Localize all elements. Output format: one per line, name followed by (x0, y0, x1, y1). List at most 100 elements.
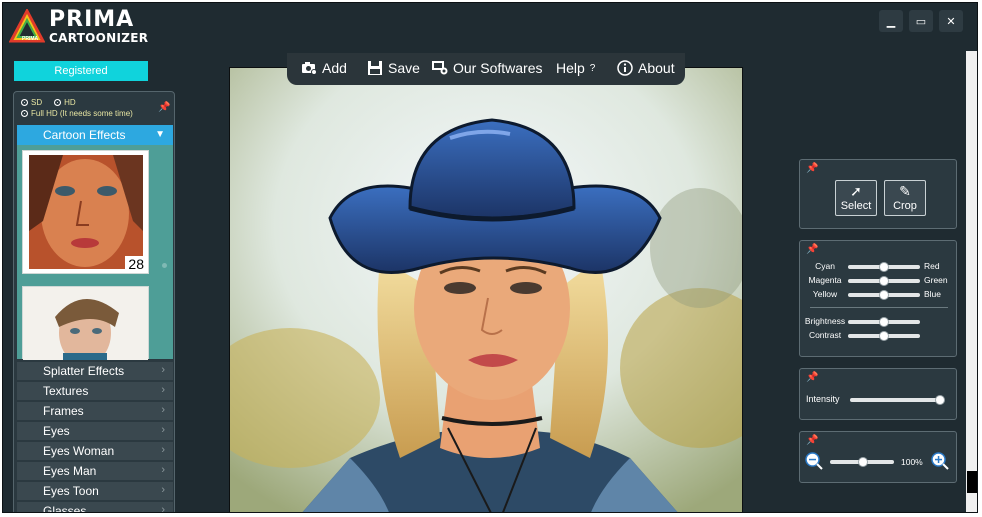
cyan-label: Cyan (815, 261, 835, 271)
chevron-right-icon: › (161, 384, 165, 396)
category-eyes-man[interactable]: Eyes Man › (17, 462, 173, 481)
logo-small-text: PRIMA (22, 36, 39, 42)
slider-knob[interactable] (879, 276, 889, 286)
cartoonized-photo-image (230, 68, 742, 512)
slider-knob[interactable] (879, 262, 889, 272)
logo-prima-text: PRIMA (49, 7, 135, 32)
add-label: Add (322, 60, 347, 76)
cyan-red-row: Cyan Red (800, 260, 958, 274)
minimize-button[interactable]: ▁ (879, 10, 903, 32)
close-button[interactable]: ✕ (939, 10, 963, 32)
slider-knob[interactable] (879, 290, 889, 300)
zoom-value: 100% (901, 457, 923, 467)
woman-face-thumbnail-image (23, 151, 148, 273)
zoom-out-icon[interactable] (805, 452, 823, 470)
zoom-in-icon[interactable] (931, 452, 949, 470)
chevron-right-icon: › (161, 364, 165, 376)
magenta-label: Magenta (808, 275, 842, 285)
intensity-slider[interactable] (850, 398, 944, 402)
thumbnail-scroll-indicator[interactable] (162, 263, 167, 268)
cursor-arrow-icon: ➚ (850, 183, 862, 199)
chevron-right-icon: › (161, 484, 165, 496)
category-label: Textures (43, 384, 89, 398)
magenta-green-row: Magenta Green (800, 274, 958, 288)
image-canvas[interactable] (229, 67, 743, 512)
fullhd-radio[interactable] (21, 110, 28, 117)
pin-icon[interactable]: 📌 (806, 163, 818, 174)
hd-label: HD (64, 98, 76, 107)
pin-icon[interactable]: 📌 (806, 244, 818, 255)
slider-knob[interactable] (935, 395, 945, 405)
save-button[interactable]: Save (367, 60, 420, 76)
category-textures[interactable]: Textures › (17, 382, 173, 401)
effect-thumbnails: 28 (17, 145, 173, 365)
blue-label: Blue (924, 289, 942, 299)
tools-panel: 📌 ➚ Select ✎ Crop (799, 159, 957, 229)
effect-count-badge: 28 (125, 256, 147, 272)
select-label: Select (840, 200, 872, 212)
category-label: Eyes Man (43, 464, 97, 478)
divider (810, 307, 948, 308)
category-eyes-woman[interactable]: Eyes Woman › (17, 442, 173, 461)
vertical-scrollbar[interactable] (966, 51, 977, 512)
floppy-disk-icon (368, 61, 382, 75)
help-label: Help (556, 60, 585, 76)
category-frames[interactable]: Frames › (17, 402, 173, 421)
effect-thumbnail[interactable] (22, 286, 149, 365)
hd-radio[interactable] (54, 99, 62, 106)
brightness-row: Brightness (800, 315, 958, 329)
sd-radio[interactable] (21, 99, 28, 106)
crop-tool-button[interactable]: ✎ Crop (884, 180, 926, 216)
contrast-label: Contrast (808, 330, 842, 340)
select-tool-button[interactable]: ➚ Select (835, 180, 877, 216)
effect-thumbnail[interactable]: 28 (22, 150, 149, 274)
our-softwares-button[interactable]: Our Softwares (432, 60, 542, 76)
about-button[interactable]: About (617, 60, 675, 76)
yellow-label: Yellow (812, 289, 838, 299)
camera-add-icon (302, 62, 317, 75)
color-adjust-panel: 📌 Cyan Red Magenta Green Yellow Blue Bri… (799, 240, 957, 357)
boy-face-thumbnail-image (23, 287, 148, 365)
logo-cartoonizer-text: CARTOONIZER (49, 31, 149, 45)
title-bar: PRIMA PRIMA CARTOONIZER ▁ ▭ ✕ (3, 3, 977, 49)
pin-icon[interactable]: 📌 (806, 372, 818, 383)
our-softwares-label: Our Softwares (453, 60, 543, 76)
crop-icon: ✎ (899, 183, 911, 199)
category-eyes[interactable]: Eyes › (17, 422, 173, 441)
chevron-right-icon: › (161, 424, 165, 436)
category-label: Cartoon Effects (43, 128, 126, 142)
category-cartoon-effects[interactable]: Cartoon Effects ▼ (17, 125, 173, 145)
category-label: Eyes Woman (43, 444, 115, 458)
category-glasses[interactable]: Glasses › (17, 502, 173, 512)
fullhd-row: Full HD (It needs some time) (21, 109, 133, 118)
resolution-row: SD HD (21, 98, 76, 107)
intensity-label: Intensity (806, 394, 840, 404)
minimize-icon: ▁ (886, 15, 896, 28)
chevron-right-icon: › (161, 404, 165, 416)
question-icon: ? (589, 62, 596, 74)
chevron-right-icon: › (161, 444, 165, 456)
slider-knob[interactable] (858, 457, 868, 467)
add-button[interactable]: Add (301, 60, 347, 76)
registered-badge[interactable]: Registered (14, 61, 148, 81)
info-icon (617, 60, 633, 76)
app-window: PRIMA PRIMA CARTOONIZER ▁ ▭ ✕ Registered… (2, 2, 978, 513)
pin-icon[interactable]: 📌 (806, 435, 818, 446)
category-label: Splatter Effects (43, 364, 125, 378)
fullhd-label: Full HD (It needs some time) (31, 109, 133, 118)
chevron-down-icon: ▼ (155, 129, 165, 140)
category-eyes-toon[interactable]: Eyes Toon › (17, 482, 173, 501)
category-label: Frames (43, 404, 84, 418)
chevron-right-icon: › (161, 464, 165, 476)
category-splatter-effects[interactable]: Splatter Effects › (17, 362, 173, 381)
help-button[interactable]: Help ? (556, 60, 595, 76)
crop-label: Crop (893, 200, 917, 212)
slider-knob[interactable] (879, 331, 889, 341)
maximize-button[interactable]: ▭ (909, 10, 933, 32)
slider-knob[interactable] (879, 317, 889, 327)
pin-icon[interactable]: 📌 (158, 102, 170, 113)
scrollbar-thumb[interactable] (967, 471, 977, 493)
save-label: Save (388, 60, 420, 76)
software-icon (432, 61, 448, 75)
app-logo: PRIMA PRIMA CARTOONIZER (9, 7, 149, 47)
